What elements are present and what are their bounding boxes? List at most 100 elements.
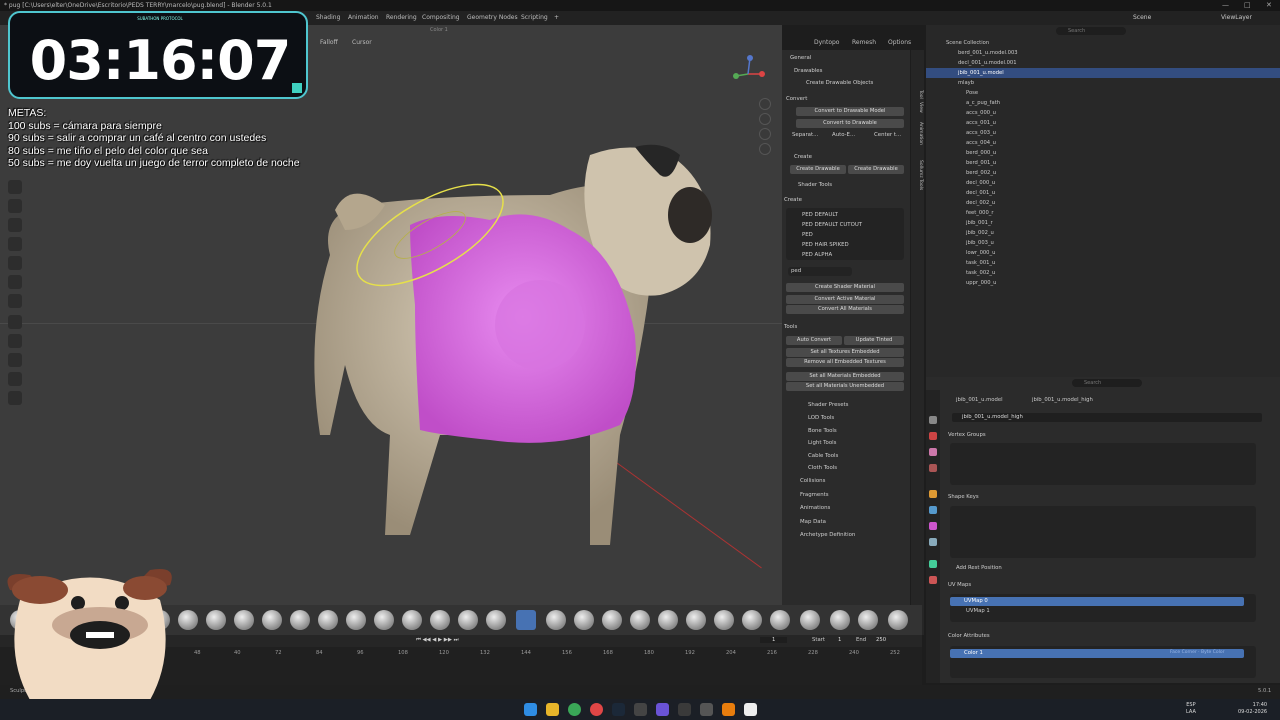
uv-maps-header[interactable]: UV Maps <box>948 582 971 588</box>
material-tab-icon[interactable] <box>929 576 937 584</box>
outliner-item[interactable]: task_001_u <box>966 258 995 268</box>
outliner-item[interactable]: jbib_001_r <box>966 218 993 228</box>
tab-compositing[interactable]: Compositing <box>422 11 460 25</box>
cable-tools-header[interactable]: Cable Tools <box>808 452 838 461</box>
obs-icon[interactable] <box>744 703 757 716</box>
modifier-tab-icon[interactable] <box>929 506 937 514</box>
steam-icon[interactable] <box>612 703 625 716</box>
bone-tools-header[interactable]: Bone Tools <box>808 427 837 436</box>
file-explorer-icon[interactable] <box>546 703 559 716</box>
uv-map-0-row[interactable]: UVMap 0 <box>950 597 1244 606</box>
end-frame-field[interactable]: 250 <box>876 637 886 643</box>
general-panel-header[interactable]: General <box>790 54 811 63</box>
brush-thumb[interactable] <box>630 610 650 630</box>
outliner-item-selected[interactable]: jbib_001_u.model <box>958 68 1004 78</box>
tab-animation[interactable]: Animation <box>348 11 379 25</box>
brush-thumb[interactable] <box>318 610 338 630</box>
terminal-icon[interactable] <box>700 703 713 716</box>
tool-tab-icon[interactable] <box>929 416 937 424</box>
render-tab-icon[interactable] <box>929 432 937 440</box>
scale-tool-icon[interactable] <box>8 353 22 367</box>
outliner-item[interactable]: uppr_000_u <box>966 278 996 288</box>
blender-icon[interactable] <box>722 703 735 716</box>
trim-tool-icon[interactable] <box>8 256 22 270</box>
brush-thumb[interactable] <box>888 610 908 630</box>
add-workspace-button[interactable]: + <box>554 11 559 25</box>
discord-icon[interactable] <box>656 703 669 716</box>
outliner-item[interactable]: jbib_002_u <box>966 228 994 238</box>
box-mask-icon[interactable] <box>8 218 22 232</box>
collisions-header[interactable]: Collisions <box>800 477 825 486</box>
brush-thumb[interactable] <box>714 610 734 630</box>
list-item[interactable]: PED DEFAULT <box>802 211 838 220</box>
falloff-dropdown[interactable]: Falloff <box>320 39 338 46</box>
brush-thumb[interactable] <box>290 610 310 630</box>
brush-thumb[interactable] <box>234 610 254 630</box>
shader-list[interactable]: PED DEFAULT PED DEFAULT CUTOUT PED PED H… <box>786 208 904 260</box>
mask-tool-icon[interactable] <box>8 199 22 213</box>
app-icon[interactable] <box>634 703 647 716</box>
brush-thumb[interactable] <box>574 610 594 630</box>
physics-tab-icon[interactable] <box>929 538 937 546</box>
filter-tool-icon[interactable] <box>8 294 22 308</box>
particles-tab-icon[interactable] <box>929 522 937 530</box>
playback-controls[interactable]: ⏮ ◀◀ ◀ ▶ ▶▶ ⏭ <box>416 637 458 644</box>
object-tab-icon[interactable] <box>929 490 937 498</box>
outliner-item[interactable]: decl_001_u.model.001 <box>958 58 1017 68</box>
shape-keys-header[interactable]: Shape Keys <box>948 494 979 500</box>
brush-thumb[interactable] <box>346 610 366 630</box>
brush-thumb[interactable] <box>458 610 478 630</box>
outliner-item[interactable]: berd_000_u <box>966 148 996 158</box>
brush-thumb[interactable] <box>206 610 226 630</box>
brush-thumb[interactable] <box>430 610 450 630</box>
language-indicator[interactable]: ESP LAA <box>1186 702 1196 716</box>
outliner-item[interactable]: lowr_000_u <box>966 248 995 258</box>
remesh-dropdown[interactable]: Remesh <box>852 39 876 46</box>
outliner-item[interactable]: decl_001_u <box>966 188 995 198</box>
rotate-tool-icon[interactable] <box>8 334 22 348</box>
outliner-item[interactable]: accs_001_u <box>966 118 996 128</box>
convert-to-drawable-model-button[interactable]: Convert to Drawable Model <box>796 107 904 116</box>
mesh-name-field[interactable]: jbib_001_u.model_high <box>952 413 1262 422</box>
add-rest-position-checkbox[interactable]: Add Rest Position <box>956 565 1002 571</box>
cursor-dropdown[interactable]: Cursor <box>352 39 372 46</box>
outliner-item[interactable]: berd_001_u <box>966 158 996 168</box>
close-icon[interactable]: ✕ <box>1266 0 1272 11</box>
outliner-search-input[interactable]: Search <box>1056 27 1126 35</box>
outliner-item[interactable]: decl_002_u <box>966 198 995 208</box>
create-drawable-alt-button[interactable]: Create Drawable <box>848 165 904 174</box>
list-item[interactable]: PED ALPHA <box>802 251 832 260</box>
brush-thumb-active[interactable] <box>516 610 536 630</box>
list-item[interactable]: PED <box>802 231 813 240</box>
vertex-groups-header[interactable]: Vertex Groups <box>948 432 986 438</box>
current-frame-field[interactable]: 1 <box>760 637 788 643</box>
brush-thumb[interactable] <box>602 610 622 630</box>
set-all-materials-unembedded-button[interactable]: Set all Materials Unembedded <box>786 382 904 391</box>
maximize-icon[interactable]: □ <box>1244 0 1251 11</box>
outliner-item[interactable]: berd_002_u <box>966 168 996 178</box>
tab-scripting[interactable]: Scripting <box>521 11 548 25</box>
move-tool-icon[interactable] <box>8 315 22 329</box>
color-attributes-header[interactable]: Color Attributes <box>948 633 990 639</box>
brush-tool-icon[interactable] <box>8 180 22 194</box>
brush-thumb[interactable] <box>262 610 282 630</box>
camera-view-icon[interactable] <box>759 128 771 140</box>
outliner-item[interactable]: berd_001_u.model.003 <box>958 48 1018 58</box>
outliner-item[interactable]: feet_000_r <box>966 208 993 218</box>
tab-tool[interactable]: Tool <box>912 90 923 99</box>
breadcrumb-object[interactable]: jbib_001_u.model <box>956 397 1003 403</box>
tab-rendering[interactable]: Rendering <box>386 11 417 25</box>
clock[interactable]: 17:40 09-02-2026 <box>1238 702 1267 716</box>
scene-collection-label[interactable]: Scene Collection <box>946 38 989 48</box>
brush-thumb[interactable] <box>486 610 506 630</box>
outliner-item[interactable]: accs_004_u <box>966 138 996 148</box>
outliner-item[interactable]: mlayb <box>958 78 974 88</box>
map-data-header[interactable]: Map Data <box>800 518 826 527</box>
world-tab-icon[interactable] <box>929 464 937 472</box>
list-item[interactable]: PED DEFAULT CUTOUT <box>802 221 862 230</box>
convert-all-materials-button[interactable]: Convert All Materials <box>786 305 904 314</box>
brush-thumb[interactable] <box>402 610 422 630</box>
scene-tab-icon[interactable] <box>929 448 937 456</box>
brush-thumb[interactable] <box>742 610 762 630</box>
viewlayer-label[interactable]: ViewLayer <box>1221 11 1252 25</box>
